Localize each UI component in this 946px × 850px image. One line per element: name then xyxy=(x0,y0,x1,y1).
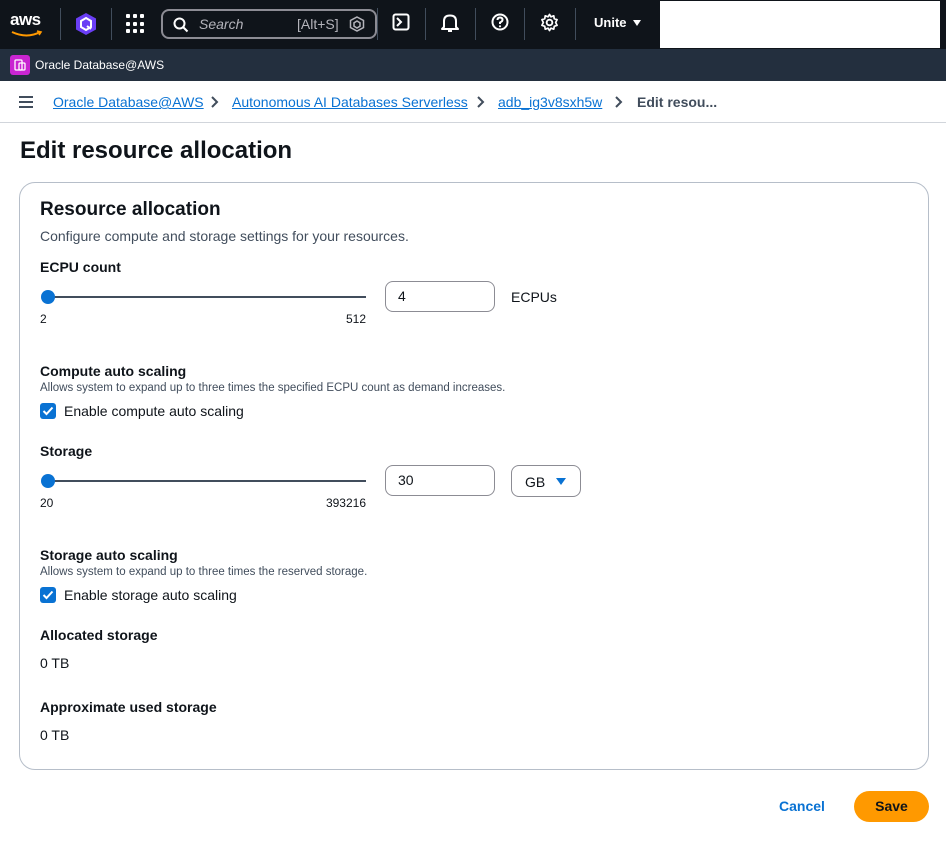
storage-auto-scaling-checkbox[interactable] xyxy=(40,587,56,603)
nav-divider xyxy=(425,8,426,40)
aws-logo[interactable]: aws xyxy=(10,10,46,38)
caret-down-icon[interactable] xyxy=(632,19,642,27)
compute-auto-scaling-checkbox[interactable] xyxy=(40,403,56,419)
ecpu-count-input[interactable]: 4 xyxy=(385,281,495,312)
storage-input[interactable]: 30 xyxy=(385,465,495,496)
panel-title: Resource allocation xyxy=(40,199,221,220)
storage-unit-selected: GB xyxy=(525,474,546,490)
compute-auto-scaling-description: Allows system to expand up to three time… xyxy=(40,382,506,394)
allocated-storage-value: 0 TB xyxy=(40,655,70,671)
nav-divider xyxy=(575,8,576,40)
ecpu-slider-thumb[interactable] xyxy=(41,290,55,304)
chevron-right-icon xyxy=(477,96,485,108)
nav-divider xyxy=(60,8,61,40)
ecpu-slider-max: 512 xyxy=(345,312,366,326)
ecpu-unit-label: ECPUs xyxy=(511,289,557,305)
compute-auto-scaling-label: Compute auto scaling xyxy=(40,363,187,379)
search-placeholder: Search xyxy=(199,16,244,32)
search-shortcut: [Alt+S] xyxy=(297,16,339,32)
storage-auto-scaling-description: Allows system to expand up to three time… xyxy=(40,566,368,578)
storage-slider-min: 20 xyxy=(40,496,54,510)
storage-auto-scaling-label: Storage auto scaling xyxy=(40,547,178,563)
notifications-bell-icon[interactable] xyxy=(441,13,459,33)
checkmark-icon xyxy=(42,590,54,600)
cloudshell-icon[interactable] xyxy=(392,13,410,31)
oracle-database-service-icon[interactable] xyxy=(10,55,30,75)
amazon-q-small-icon xyxy=(349,16,365,32)
chevron-right-icon xyxy=(615,96,623,108)
search-input[interactable]: Search [Alt+S] xyxy=(161,9,377,39)
service-name[interactable]: Oracle Database@AWS xyxy=(35,58,164,72)
settings-gear-icon[interactable] xyxy=(540,13,559,32)
amazon-q-icon[interactable] xyxy=(74,12,98,36)
aws-logo-text: aws xyxy=(10,10,41,29)
storage-label: Storage xyxy=(40,443,93,459)
breadcrumb-item-service[interactable]: Oracle Database@AWS xyxy=(53,94,204,110)
service-bar: Oracle Database@AWS xyxy=(0,49,946,81)
cancel-button[interactable]: Cancel xyxy=(770,791,834,821)
help-icon[interactable] xyxy=(491,13,509,31)
breadcrumb-item-database-id[interactable]: adb_ig3v8sxh5w xyxy=(498,94,602,110)
compute-auto-scaling-checkbox-label[interactable]: Enable compute auto scaling xyxy=(64,403,244,419)
search-icon xyxy=(173,17,189,33)
panel-description: Configure compute and storage settings f… xyxy=(40,228,409,244)
used-storage-label: Approximate used storage xyxy=(40,699,217,715)
allocated-storage-label: Allocated storage xyxy=(40,627,158,643)
redacted-region xyxy=(660,1,940,48)
account-menu-label[interactable]: Unite xyxy=(594,15,627,30)
aws-smile-icon xyxy=(11,30,43,37)
storage-unit-select[interactable]: GB xyxy=(511,465,581,497)
checkmark-icon xyxy=(42,406,54,416)
caret-down-icon xyxy=(556,478,566,485)
storage-slider-thumb[interactable] xyxy=(41,474,55,488)
chevron-right-icon xyxy=(211,96,219,108)
breadcrumb: Oracle Database@AWS Autonomous AI Databa… xyxy=(0,81,946,123)
storage-slider-max: 393216 xyxy=(325,496,366,510)
menu-hamburger-icon[interactable] xyxy=(19,96,33,108)
page-title: Edit resource allocation xyxy=(20,137,293,164)
storage-auto-scaling-checkbox-label[interactable]: Enable storage auto scaling xyxy=(64,587,237,603)
save-button[interactable]: Save xyxy=(854,791,929,822)
breadcrumb-item-databases[interactable]: Autonomous AI Databases Serverless xyxy=(232,94,468,110)
breadcrumb-item-current: Edit resou... xyxy=(637,94,718,110)
nav-divider xyxy=(475,8,476,40)
apps-grid-icon[interactable] xyxy=(126,14,146,34)
ecpu-slider-track[interactable] xyxy=(48,296,366,298)
storage-slider-track[interactable] xyxy=(48,480,366,482)
ecpu-count-label: ECPU count xyxy=(40,259,121,275)
ecpu-slider-min: 2 xyxy=(40,312,47,326)
nav-divider xyxy=(111,8,112,40)
top-navigation: aws Search [Alt+S] Unite xyxy=(0,0,946,49)
used-storage-value: 0 TB xyxy=(40,727,70,743)
nav-divider xyxy=(524,8,525,40)
nav-divider xyxy=(377,8,378,40)
